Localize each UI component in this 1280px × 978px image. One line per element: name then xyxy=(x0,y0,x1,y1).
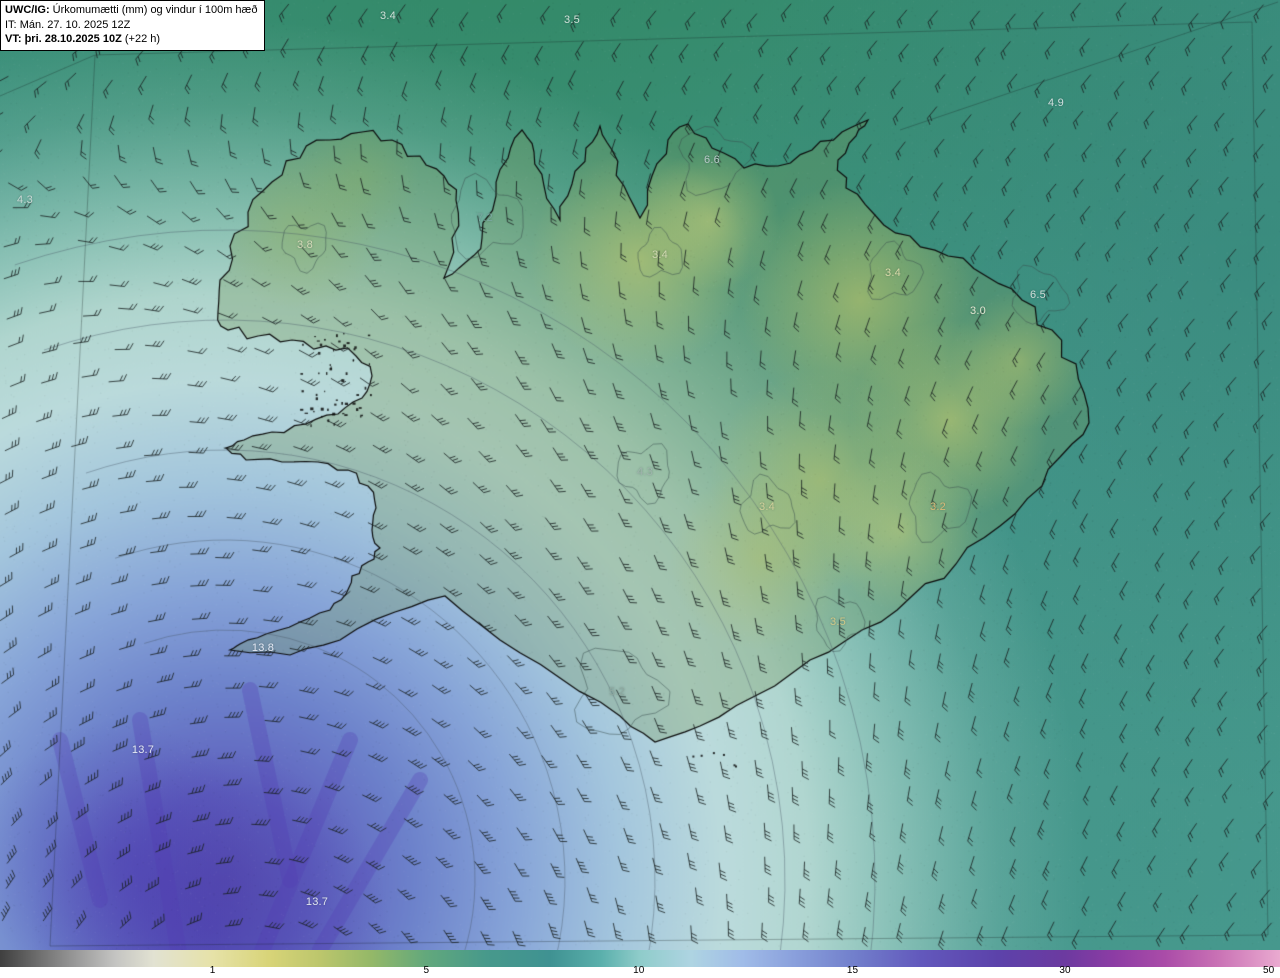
init-time-line: IT: Mán. 27. 10. 2025 12Z xyxy=(5,18,257,33)
colorbar-tick: 30 xyxy=(1059,965,1071,976)
valid-offset: (+22 h) xyxy=(124,33,161,46)
colorbar-tick-labels: 1 5 10 15 30 50 xyxy=(0,965,1280,978)
colorbar-tick: 50 xyxy=(1263,965,1275,976)
map-title-line: UWC/IG: Úrkomumætti (mm) og vindur í 100… xyxy=(5,3,257,18)
model-label: UWC/IG: xyxy=(5,4,50,16)
precipitation-wind-field-map xyxy=(0,0,1280,950)
colorbar-tick: 5 xyxy=(423,965,430,976)
init-label: IT: xyxy=(5,18,17,31)
valid-time-line: VT: þri. 28.10.2025 10Z (+22 h) xyxy=(5,32,257,47)
colorbar-tick: 15 xyxy=(846,965,859,976)
valid-time: þri. 28.10.2025 10Z xyxy=(24,33,122,46)
colorbar-tick: 1 xyxy=(209,965,216,976)
colorbar: 1 5 10 15 30 50 xyxy=(0,950,1280,978)
init-time: Mán. 27. 10. 2025 12Z xyxy=(19,18,131,31)
forecast-info-box: UWC/IG: Úrkomumætti (mm) og vindur í 100… xyxy=(0,0,266,51)
colorbar-tick: 10 xyxy=(633,965,645,976)
map-title: Úrkomumætti (mm) og vindur í 100m hæð xyxy=(52,4,258,16)
weather-map-viewport: 3.4 3.5 4.9 4.3 6.6 7.2 3.8 3.4 3.4 6.5 3.0 4.3 3.4 3… xyxy=(0,0,1280,978)
valid-label: VT: xyxy=(5,33,22,46)
